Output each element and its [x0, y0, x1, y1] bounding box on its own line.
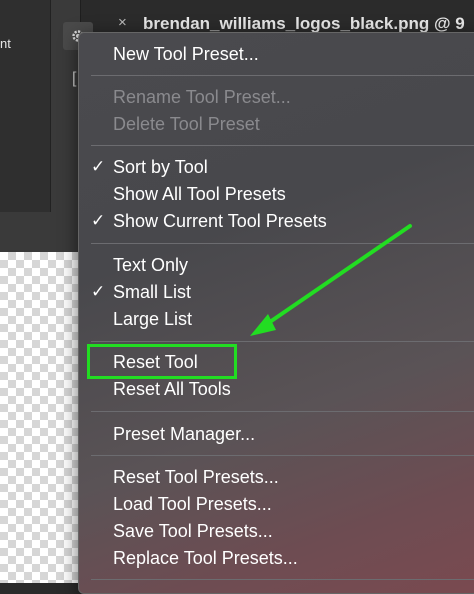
menu-item-replace-tool-presets[interactable]: Replace Tool Presets... [113, 547, 298, 569]
document-tab-title[interactable]: brendan_williams_logos_black.png @ 9 [143, 14, 474, 34]
menu-item-load-tool-presets[interactable]: Load Tool Presets... [113, 493, 272, 515]
menu-item-reset-tool-presets[interactable]: Reset Tool Presets... [113, 466, 279, 488]
menu-item-new-tool-preset[interactable]: New Tool Preset... [113, 43, 259, 65]
menu-separator [91, 579, 474, 580]
menu-item-reset-all-tools[interactable]: Reset All Tools [113, 378, 231, 400]
menu-separator [91, 75, 474, 76]
menu-item-rename-tool-preset: Rename Tool Preset... [113, 87, 291, 107]
checkmark-icon: ✓ [91, 157, 106, 176]
tool-presets-flyout-menu: New Tool Preset... Rename Tool Preset...… [78, 32, 474, 594]
menu-item-preset-manager[interactable]: Preset Manager... [113, 423, 255, 445]
menu-separator [91, 411, 474, 412]
menu-separator [91, 455, 474, 456]
checkmark-icon: ✓ [91, 282, 106, 301]
menu-separator [91, 243, 474, 244]
menu-item-show-current-tool-presets[interactable]: Show Current Tool Presets [113, 210, 327, 232]
panel-bracket-text: [ [72, 70, 77, 87]
checkmark-icon: ✓ [91, 211, 106, 230]
menu-item-sort-by-tool[interactable]: Sort by Tool [113, 156, 208, 178]
highlight-annotation-box [87, 344, 237, 379]
tab-close-icon[interactable]: × [118, 14, 127, 31]
panel-list-area: nt [0, 0, 51, 212]
menu-separator [91, 341, 474, 342]
menu-item-large-list[interactable]: Large List [113, 308, 192, 330]
panel-text: nt [0, 36, 11, 51]
menu-separator [91, 145, 474, 146]
menu-item-delete-tool-preset: Delete Tool Preset [113, 114, 260, 134]
menu-item-text-only[interactable]: Text Only [113, 254, 188, 276]
menu-item-save-tool-presets[interactable]: Save Tool Presets... [113, 520, 273, 542]
menu-item-show-all-tool-presets[interactable]: Show All Tool Presets [113, 183, 286, 205]
menu-item-small-list[interactable]: Small List [113, 281, 191, 303]
canvas-transparency [0, 252, 80, 583]
